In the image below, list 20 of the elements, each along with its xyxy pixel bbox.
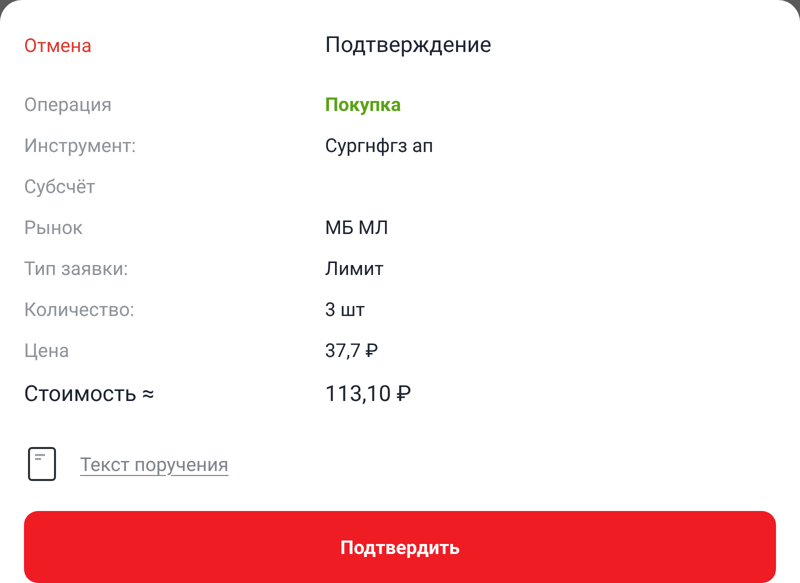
confirm-button[interactable]: Подтвердить — [24, 511, 776, 583]
field-value: 37,7 ₽ — [325, 339, 378, 362]
cancel-button[interactable]: Отмена — [24, 34, 325, 56]
field-label: Цена — [24, 339, 70, 362]
field-value: МБ МЛ — [325, 216, 388, 239]
field-value: 113,10 ₽ — [325, 382, 412, 406]
order-text-link[interactable]: Текст поручения — [80, 452, 229, 476]
sheet-title: Подтверждение — [325, 32, 492, 58]
field-label: Количество: — [24, 298, 136, 321]
document-icon — [28, 447, 56, 481]
field-label: Тип заявки: — [24, 257, 130, 280]
field-label: Инструмент: — [24, 134, 138, 157]
field-value: Покупка — [325, 93, 402, 116]
field-label: Стоимость ≈ — [24, 382, 156, 406]
field-label: Рынок — [24, 216, 84, 239]
field-label: Субсчёт — [24, 175, 96, 198]
field-label: Операция — [24, 93, 113, 116]
field-value: Сургнфгз ап — [325, 134, 434, 157]
field-value: Лимит — [325, 257, 384, 280]
field-value: 3 шт — [325, 298, 365, 321]
